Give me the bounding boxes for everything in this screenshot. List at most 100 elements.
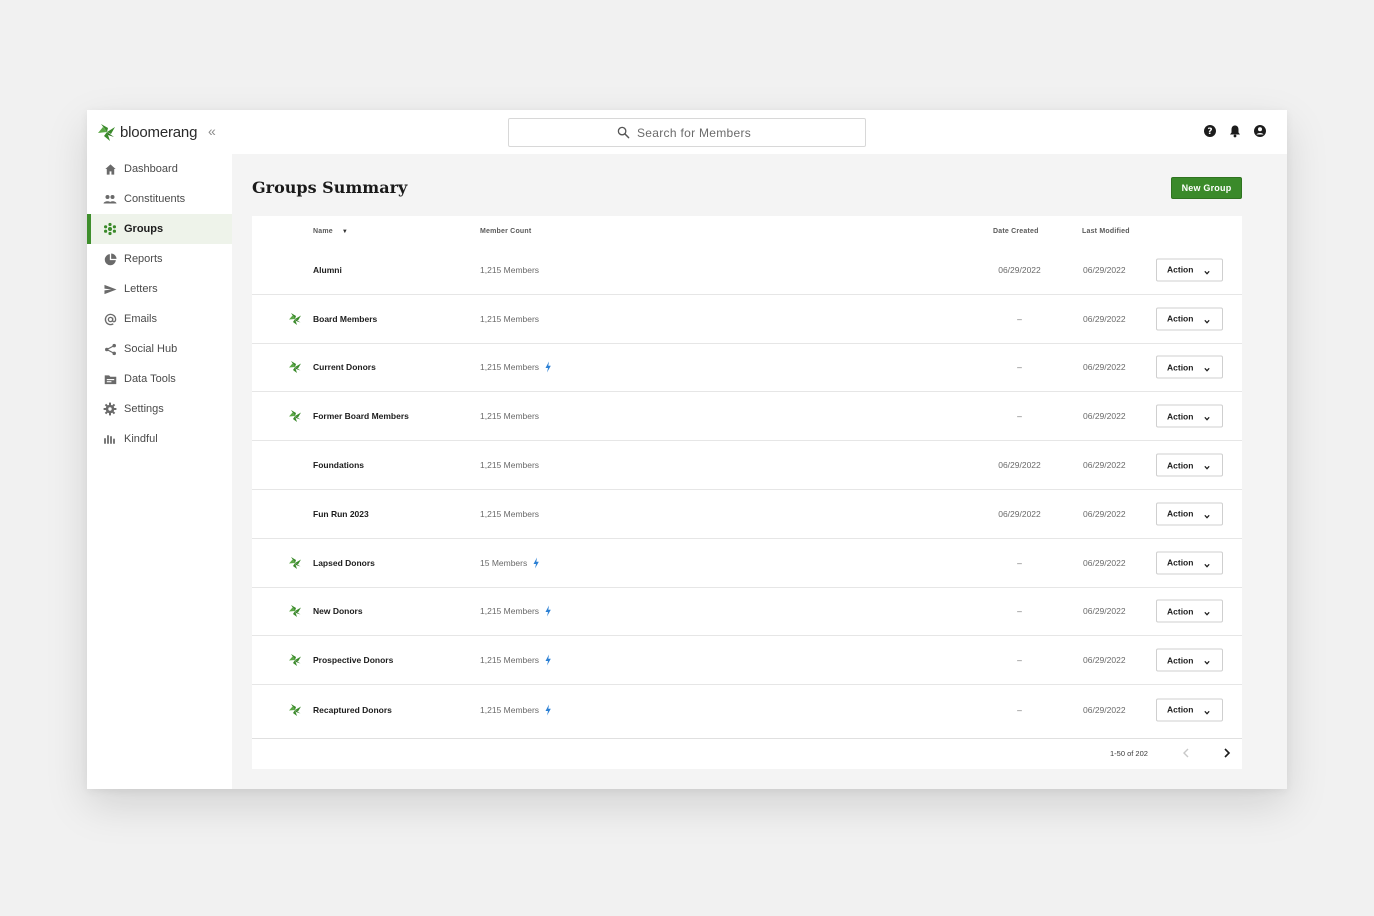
sidebar-item-emails[interactable]: Emails (87, 304, 232, 334)
table-row[interactable]: Board Members 1,215 Members – 06/29/2022 Act… (252, 295, 1242, 344)
action-dropdown-button[interactable]: Action (1156, 551, 1223, 575)
new-group-button[interactable]: New Group (1171, 177, 1242, 199)
action-dropdown-button[interactable]: Action (1156, 698, 1223, 722)
group-name[interactable]: Lapsed Donors (313, 558, 375, 568)
column-header-date-created[interactable]: Date Created (993, 228, 1039, 235)
group-name[interactable]: Recaptured Donors (313, 705, 392, 715)
groups-icon (103, 222, 117, 236)
action-label: Action (1167, 704, 1194, 715)
collapse-sidebar-icon[interactable]: « (208, 123, 216, 139)
table-row[interactable]: Former Board Members 1,215 Members – 06/29/… (252, 392, 1242, 442)
send-icon (103, 282, 117, 296)
sidebar-item-reports[interactable]: Reports (87, 244, 232, 274)
lightning-icon (544, 605, 552, 617)
sidebar-item-settings[interactable]: Settings (87, 394, 232, 424)
previous-page-icon[interactable] (1182, 748, 1190, 758)
action-label: Action (1167, 460, 1194, 471)
member-count: 1,215 Members (480, 411, 539, 421)
sidebar-item-label: Social Hub (124, 343, 178, 355)
member-count-text: 1,215 Members (480, 313, 540, 324)
sidebar-item-dashboard[interactable]: Dashboard (87, 154, 232, 184)
action-dropdown-button[interactable]: Action (1156, 258, 1223, 282)
table-row[interactable]: Fun Run 2023 1,215 Members 06/29/2022 06/29… (252, 490, 1242, 539)
sidebar-item-social-hub[interactable]: Social Hub (87, 334, 232, 364)
table-row[interactable]: New Donors 1,215 Members – 06/29/2022 Action (252, 588, 1242, 637)
action-dropdown-button[interactable]: Action (1156, 404, 1223, 428)
last-modified: 06/29/2022 (1083, 655, 1126, 666)
last-modified: 06/29/2022 (1083, 411, 1126, 422)
table-row[interactable]: Foundations 1,215 Members 06/29/2022 06/29/… (252, 441, 1242, 490)
member-count: 1,215 Members (480, 654, 552, 666)
date-created: – (1017, 606, 1022, 617)
member-count-text: 1,215 Members (480, 362, 540, 373)
chevron-down-icon (1204, 316, 1210, 324)
chevron-down-icon (1204, 267, 1210, 275)
table-row[interactable]: Alumni 1,215 Members 06/29/2022 06/29/2022 A… (252, 246, 1242, 295)
sidebar-item-label: Kindful (124, 433, 158, 445)
logo[interactable]: bloomerang (97, 122, 197, 142)
action-label: Action (1167, 557, 1194, 568)
member-count: 1,215 Members (480, 460, 539, 470)
sidebar-item-label: Emails (124, 313, 158, 325)
last-modified: 06/29/2022 (1083, 460, 1126, 471)
group-name[interactable]: New Donors (313, 606, 363, 616)
at-icon (103, 312, 117, 326)
table-row[interactable]: Recaptured Donors 1,215 Members – 06/29/202… (252, 685, 1242, 734)
bloomerang-group-icon (288, 604, 302, 618)
group-name[interactable]: Foundations (313, 460, 364, 470)
sidebar-item-label: Dashboard (124, 163, 178, 175)
column-header-member-count[interactable]: Member Count (480, 228, 531, 235)
lightning-icon (544, 704, 552, 716)
last-modified: 06/29/2022 (1083, 362, 1126, 373)
action-dropdown-button[interactable]: Action (1156, 307, 1223, 331)
svg-text:?: ? (1207, 127, 1212, 137)
member-count-text: 1,215 Members (480, 606, 540, 617)
next-page-icon[interactable] (1223, 748, 1231, 758)
last-modified: 06/29/2022 (1083, 606, 1126, 617)
column-header-name[interactable]: Name ▼ (313, 228, 348, 235)
sidebar-item-letters[interactable]: Letters (87, 274, 232, 304)
date-created: – (1017, 362, 1022, 373)
table-row[interactable]: Prospective Donors 1,215 Members – 06/29/20… (252, 636, 1242, 686)
chevron-down-icon (1204, 414, 1210, 421)
bloomerang-group-icon (288, 409, 302, 423)
sidebar-item-constituents[interactable]: Constituents (87, 184, 232, 214)
action-label: Action (1167, 655, 1194, 666)
action-dropdown-button[interactable]: Action (1156, 502, 1223, 526)
group-name[interactable]: Board Members (313, 314, 377, 324)
sidebar-item-data-tools[interactable]: Data Tools (87, 364, 232, 394)
pagination-range: 1-50 of 202 (1110, 749, 1148, 758)
date-created: 06/29/2022 (998, 460, 1041, 471)
lightning-icon (544, 361, 552, 373)
table-row[interactable]: Lapsed Donors 15 Members – 06/29/2022 Action (252, 539, 1242, 588)
group-name[interactable]: Current Donors (313, 362, 376, 372)
chevron-down-icon (1204, 511, 1210, 519)
sidebar-item-groups[interactable]: Groups (87, 214, 232, 244)
date-created: – (1017, 411, 1022, 422)
member-count: 1,215 Members (480, 314, 539, 324)
column-header-last-modified[interactable]: Last Modified (1082, 228, 1130, 235)
bell-icon[interactable] (1228, 124, 1242, 138)
action-dropdown-button[interactable]: Action (1156, 453, 1223, 477)
gear-icon (103, 402, 117, 416)
action-dropdown-button[interactable]: Action (1156, 599, 1223, 623)
chevron-down-icon (1204, 658, 1210, 665)
page-title: Groups Summary (252, 178, 408, 197)
group-name[interactable]: Former Board Members (313, 411, 409, 421)
member-count-text: 1,215 Members (480, 411, 540, 422)
action-dropdown-button[interactable]: Action (1156, 648, 1223, 672)
search-icon (617, 126, 630, 139)
group-name[interactable]: Prospective Donors (313, 655, 393, 665)
group-name[interactable]: Fun Run 2023 (313, 509, 369, 519)
search-input[interactable] (637, 125, 757, 140)
table-row[interactable]: Current Donors 1,215 Members – 06/29/2022 Ac… (252, 344, 1242, 393)
sidebar-item-kindful[interactable]: Kindful (87, 424, 232, 454)
chevron-down-icon (1204, 365, 1210, 373)
search-bar[interactable] (508, 118, 866, 147)
help-icon[interactable]: ? (1203, 124, 1217, 138)
group-name[interactable]: Alumni (313, 265, 342, 275)
home-icon (103, 162, 117, 176)
action-dropdown-button[interactable]: Action (1156, 355, 1223, 379)
lightning-icon (544, 654, 552, 666)
account-icon[interactable] (1253, 124, 1267, 138)
